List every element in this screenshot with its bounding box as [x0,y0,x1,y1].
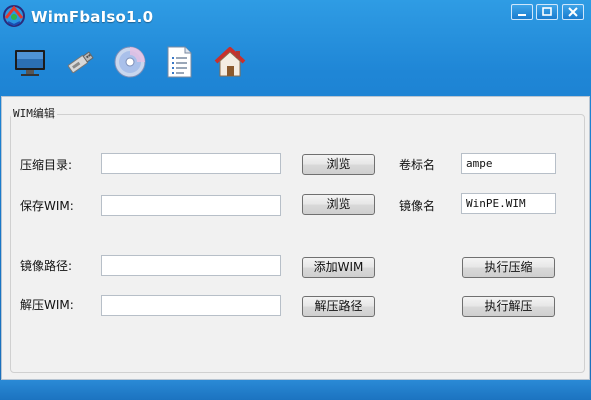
window-footer [0,380,591,400]
cd-disc-icon[interactable] [112,44,148,80]
volume-label: 卷标名 [399,158,436,172]
usb-drive-icon[interactable] [62,44,98,80]
minimize-button[interactable] [511,4,533,20]
volume-input[interactable]: ampe [461,153,556,174]
maximize-icon [542,7,552,16]
image-name-label: 镜像名 [399,199,436,213]
maximize-button[interactable] [536,4,558,20]
main-panel: WIM编辑 压缩目录: 浏览 卷标名 ampe 保存WIM: 浏览 镜像名 Wi… [1,96,590,380]
extract-wim-input[interactable] [101,295,281,316]
app-logo-icon [3,5,25,27]
browse-compress-button[interactable]: 浏览 [302,154,375,175]
image-path-input[interactable] [101,255,281,276]
compress-dir-input[interactable] [101,153,281,174]
window-title: WimFbaIso1.0 [31,8,154,26]
extract-wim-label: 解压WIM: [20,298,74,312]
image-name-input[interactable]: WinPE.WIM [461,193,556,214]
image-path-label: 镜像路径: [20,259,73,273]
extract-path-button[interactable]: 解压路径 [302,296,375,317]
add-wim-button[interactable]: 添加WIM [302,257,375,278]
browse-save-button[interactable]: 浏览 [302,194,375,215]
document-list-icon[interactable] [161,44,197,80]
save-wim-input[interactable] [101,195,281,216]
close-icon [568,7,578,17]
group-title: WIM编辑 [11,105,57,121]
exec-extract-button[interactable]: 执行解压 [462,296,555,317]
save-wim-label: 保存WIM: [20,199,74,213]
close-button[interactable] [562,4,584,20]
compress-dir-label: 压缩目录: [20,158,73,172]
home-icon[interactable] [212,44,248,80]
title-bar[interactable]: WimFbaIso1.0 [0,0,591,32]
minimize-icon [518,14,526,16]
monitor-icon[interactable] [12,44,48,80]
exec-compress-button[interactable]: 执行压缩 [462,257,555,278]
app-window: WimFbaIso1.0 WIM编辑 压缩目录: 浏览 卷标名 ampe 保存W… [0,0,591,400]
